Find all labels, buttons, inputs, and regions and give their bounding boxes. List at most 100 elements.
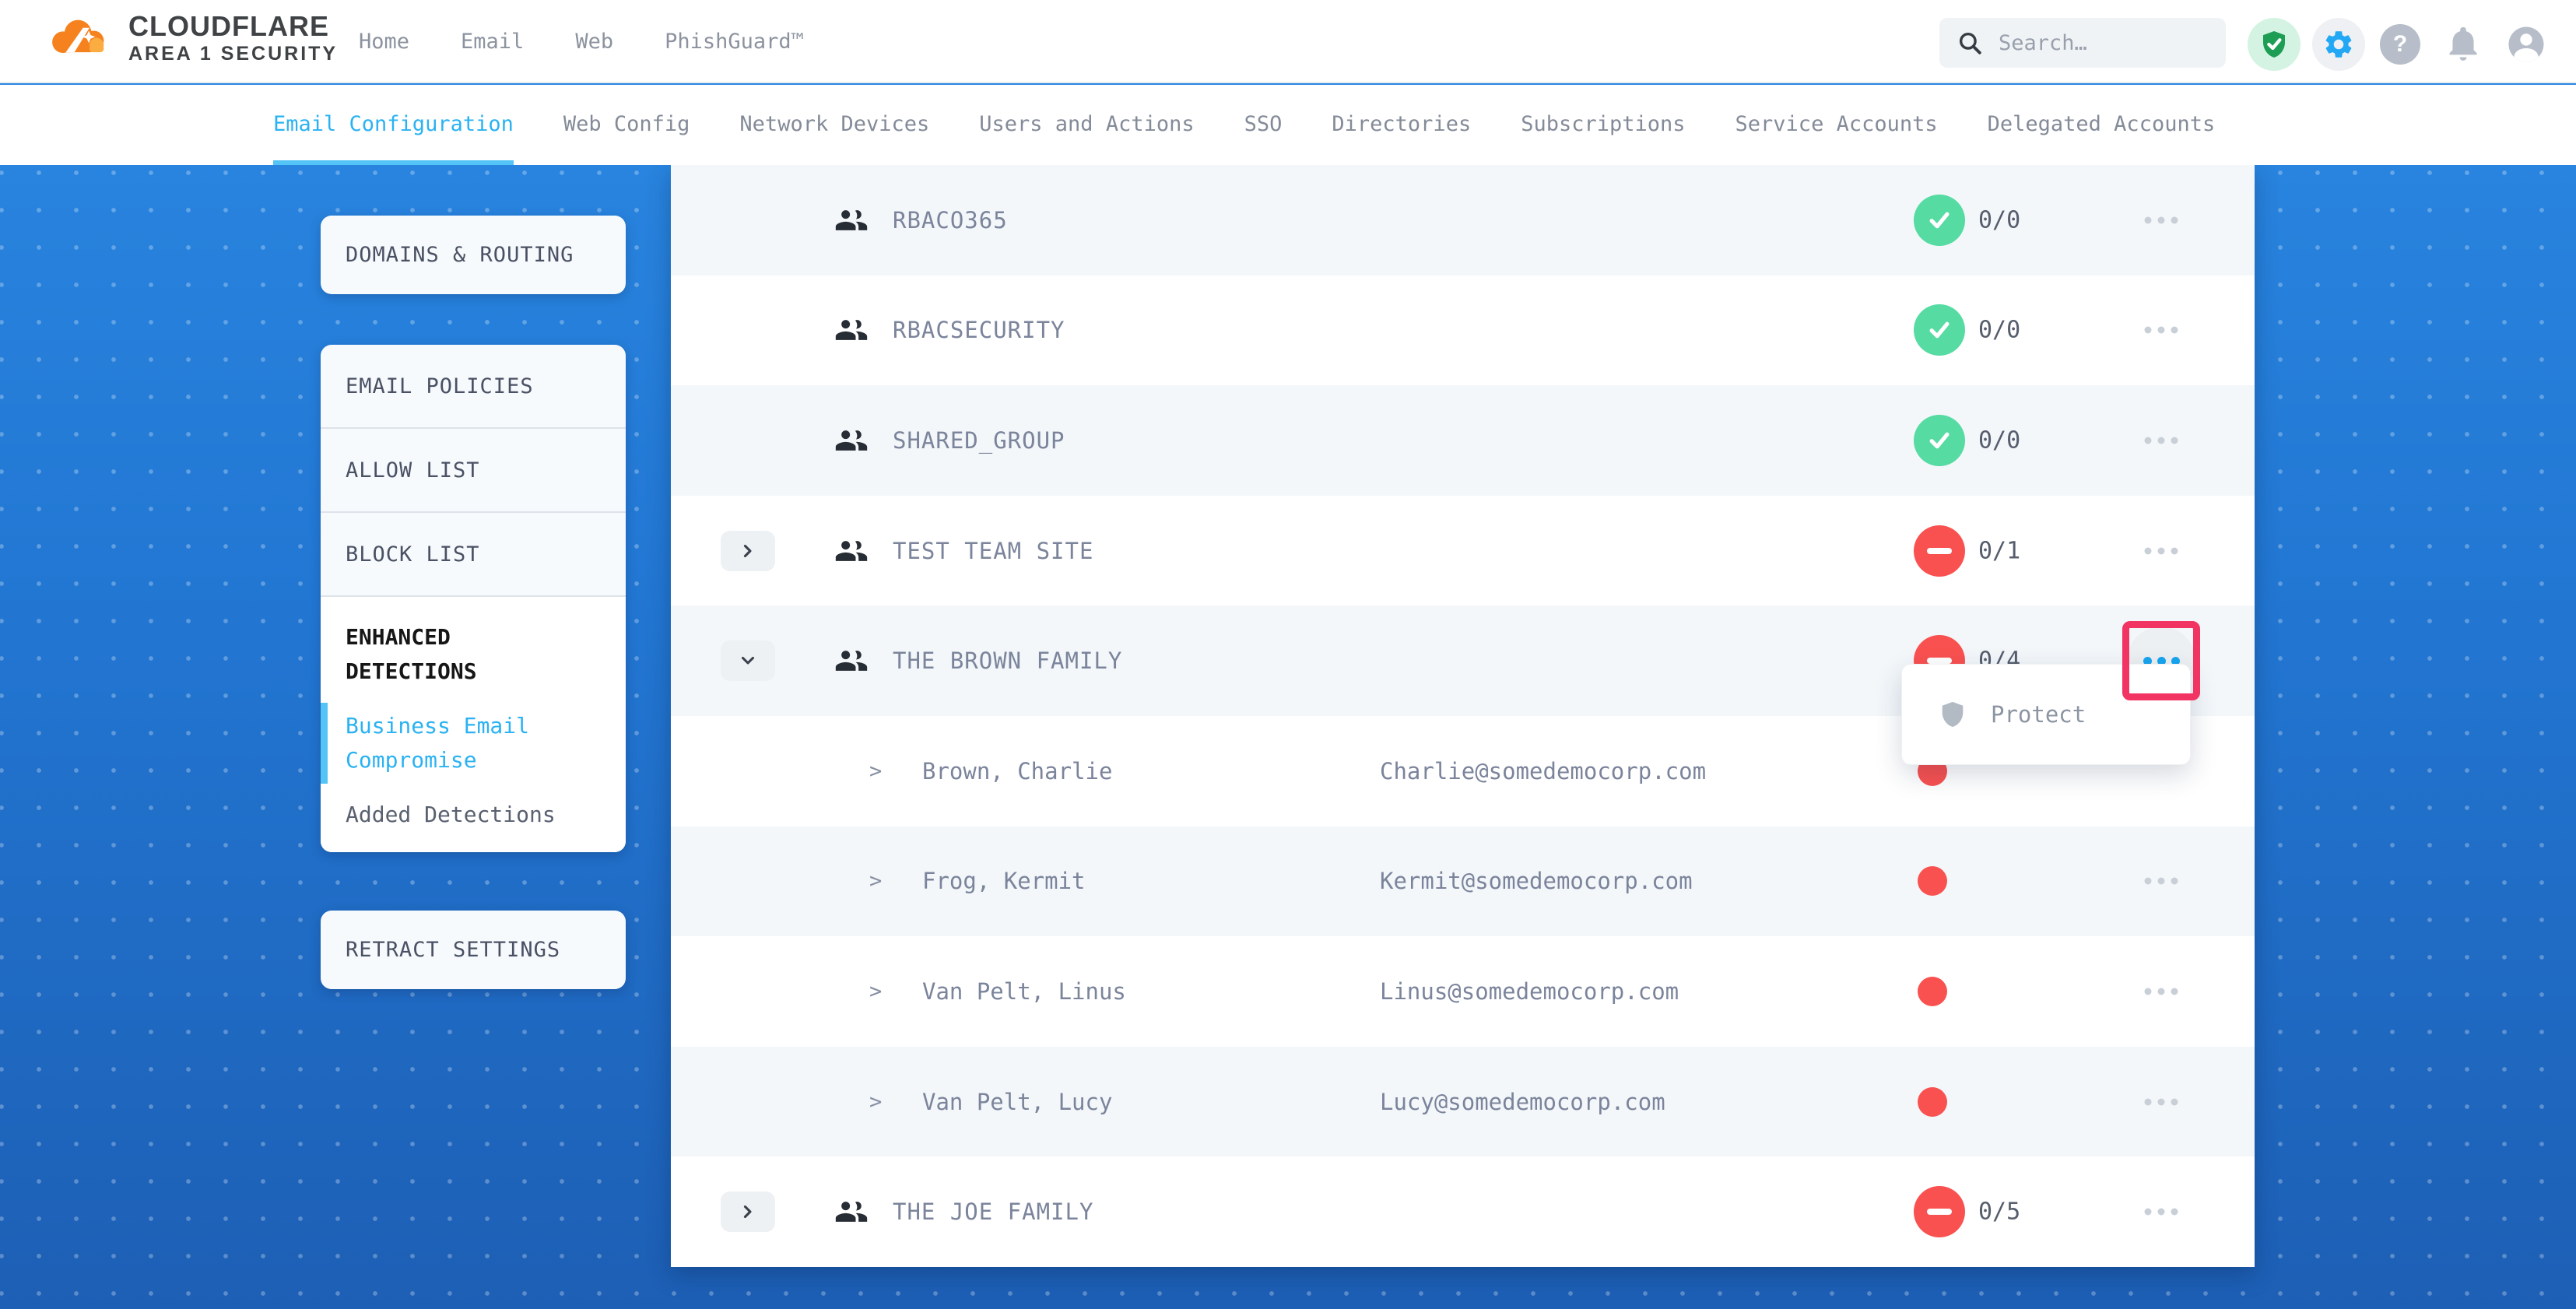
group-name: THE JOE FAMILY: [893, 1198, 1093, 1225]
top-nav-web[interactable]: Web: [575, 30, 613, 54]
tab-directories[interactable]: Directories: [1332, 85, 1471, 165]
minus-icon: [1927, 1209, 1952, 1215]
top-nav-phishguard[interactable]: PhishGuard™: [665, 30, 804, 54]
section-tabs: Email Configuration Web Config Network Dev…: [0, 85, 2576, 165]
sidebar-item-block-list[interactable]: BLOCK LIST: [321, 513, 626, 597]
protect-shield-icon: [1938, 698, 1967, 731]
expand-chevron-button[interactable]: [721, 1191, 775, 1232]
member-email: Lucy@somedemocorp.com: [1380, 1089, 1665, 1115]
brand-subtitle: AREA 1 SECURITY: [128, 42, 338, 65]
member-row: > Van Pelt, Lucy Lucy@somedemocorp.com: [671, 1047, 2255, 1157]
enhanced-detections-title: ENHANCED DETECTIONS: [346, 620, 587, 689]
status-badge: [1914, 525, 1965, 577]
tab-subscriptions[interactable]: Subscriptions: [1521, 85, 1685, 165]
group-people-icon: [833, 423, 870, 458]
tab-service-accounts[interactable]: Service Accounts: [1735, 85, 1938, 165]
chevron-icon: [738, 1202, 758, 1222]
member-name: Frog, Kermit: [922, 868, 1086, 894]
member-name: Van Pelt, Linus: [922, 978, 1126, 1005]
group-row: RBACSECURITY 0/0: [671, 275, 2255, 386]
row-menu-button[interactable]: [2129, 532, 2194, 570]
tab-sso[interactable]: SSO: [1244, 85, 1283, 165]
search-box: [1939, 18, 2226, 68]
member-chevron-icon[interactable]: >: [869, 979, 882, 1003]
row-menu-button[interactable]: [2129, 311, 2194, 349]
row-menu-button[interactable]: [2129, 1193, 2194, 1231]
account-avatar-icon[interactable]: [2505, 23, 2547, 65]
notifications-bell-icon[interactable]: [2444, 25, 2483, 64]
group-row: RBACO365 0/0: [671, 165, 2255, 275]
expand-chevron-button[interactable]: [721, 640, 775, 681]
search-icon: [1957, 30, 1983, 56]
gear-icon: [2322, 28, 2355, 61]
member-name: Van Pelt, Lucy: [922, 1089, 1112, 1115]
member-email: Linus@somedemocorp.com: [1380, 978, 1679, 1005]
member-chevron-icon[interactable]: >: [869, 1090, 882, 1114]
member-name: Brown, Charlie: [922, 758, 1112, 784]
group-name: SHARED_GROUP: [893, 427, 1065, 454]
shield-check-icon: [2258, 29, 2290, 60]
row-menu-button[interactable]: [2129, 972, 2194, 1010]
chevron-icon: [738, 651, 758, 671]
menu-item-label: Protect: [1991, 701, 2086, 728]
group-row: SHARED_GROUP 0/0: [671, 385, 2255, 496]
row-menu-button[interactable]: [2129, 1083, 2194, 1121]
member-row: > Van Pelt, Linus Linus@somedemocorp.com: [671, 936, 2255, 1047]
member-chevron-icon[interactable]: >: [869, 869, 882, 893]
group-name: TEST TEAM SITE: [893, 538, 1093, 564]
protected-count: 0/0: [1978, 426, 2020, 454]
member-email: Charlie@somedemocorp.com: [1380, 758, 1706, 784]
expand-chevron-button[interactable]: [721, 531, 775, 571]
tab-web-config[interactable]: Web Config: [563, 85, 690, 165]
protected-count: 0/5: [1978, 1198, 2020, 1226]
sidebar-item-label: RETRACT SETTINGS: [346, 938, 560, 962]
group-name: RBACO365: [893, 207, 1008, 233]
status-badge: [1914, 195, 1965, 246]
settings-gear-icon[interactable]: [2312, 18, 2365, 71]
group-table: RBACO365 0/0 RBACSECURITY 0/0 SHARED_GRO…: [671, 165, 2255, 1267]
status-badge: [1914, 304, 1965, 356]
sidebar-item-domains-routing[interactable]: DOMAINS & ROUTING: [321, 216, 626, 294]
top-nav: Home Email Web PhishGuard™: [359, 0, 804, 83]
sidebar-item-retract-settings[interactable]: RETRACT SETTINGS: [321, 911, 626, 989]
sidebar-policies-card: EMAIL POLICIESALLOW LISTBLOCK LIST ENHAN…: [321, 345, 626, 852]
member-row: > Frog, Kermit Kermit@somedemocorp.com: [671, 826, 2255, 937]
group-people-icon: [833, 203, 870, 237]
bell-icon: [2444, 25, 2483, 64]
tab-users-and-actions[interactable]: Users and Actions: [979, 85, 1194, 165]
member-chevron-icon[interactable]: >: [869, 759, 882, 783]
tab-network-devices[interactable]: Network Devices: [739, 85, 929, 165]
row-menu-button[interactable]: [2129, 201, 2194, 239]
member-email: Kermit@somedemocorp.com: [1380, 868, 1693, 894]
search-input[interactable]: [1997, 30, 2207, 56]
top-nav-home[interactable]: Home: [359, 30, 409, 54]
group-name: THE BROWN FAMILY: [893, 647, 1122, 674]
enhanced-detections-section: ENHANCED DETECTIONS Business Email Compr…: [321, 597, 626, 852]
row-dropdown-menu[interactable]: Protect: [1901, 664, 2191, 765]
question-mark-glyph: ?: [2380, 24, 2420, 65]
sidebar-item-email-policies[interactable]: EMAIL POLICIES: [321, 345, 626, 429]
security-shield-check-icon[interactable]: [2248, 18, 2301, 71]
group-people-icon: [833, 644, 870, 678]
cloudflare-cloud-icon: [44, 11, 116, 59]
help-icon[interactable]: ?: [2380, 24, 2420, 65]
protected-count: 0/0: [1978, 317, 2020, 344]
check-icon: [1926, 427, 1953, 454]
group-people-icon: [833, 313, 870, 347]
minus-icon: [1927, 658, 1952, 664]
top-nav-email[interactable]: Email: [461, 30, 524, 54]
row-menu-button[interactable]: [2129, 862, 2194, 900]
cloudflare-logo[interactable]: CLOUDFLARE AREA 1 SECURITY: [44, 11, 338, 65]
chevron-icon: [738, 541, 758, 561]
sidebar-item-business-email-compromise[interactable]: Business Email Compromise: [346, 709, 587, 777]
status-dot: [1918, 866, 1947, 896]
sidebar-item-added-detections[interactable]: Added Detections: [346, 798, 587, 832]
protected-count: 0/0: [1978, 206, 2020, 233]
group-row: THE JOE FAMILY 0/5: [671, 1156, 2255, 1267]
brand-title: CLOUDFLARE: [128, 11, 338, 42]
tab-delegated-accounts[interactable]: Delegated Accounts: [1988, 85, 2216, 165]
sidebar-item-allow-list[interactable]: ALLOW LIST: [321, 429, 626, 513]
group-people-icon: [833, 1195, 870, 1229]
tab-email-configuration[interactable]: Email Configuration: [273, 85, 514, 165]
row-menu-button[interactable]: [2129, 421, 2194, 459]
